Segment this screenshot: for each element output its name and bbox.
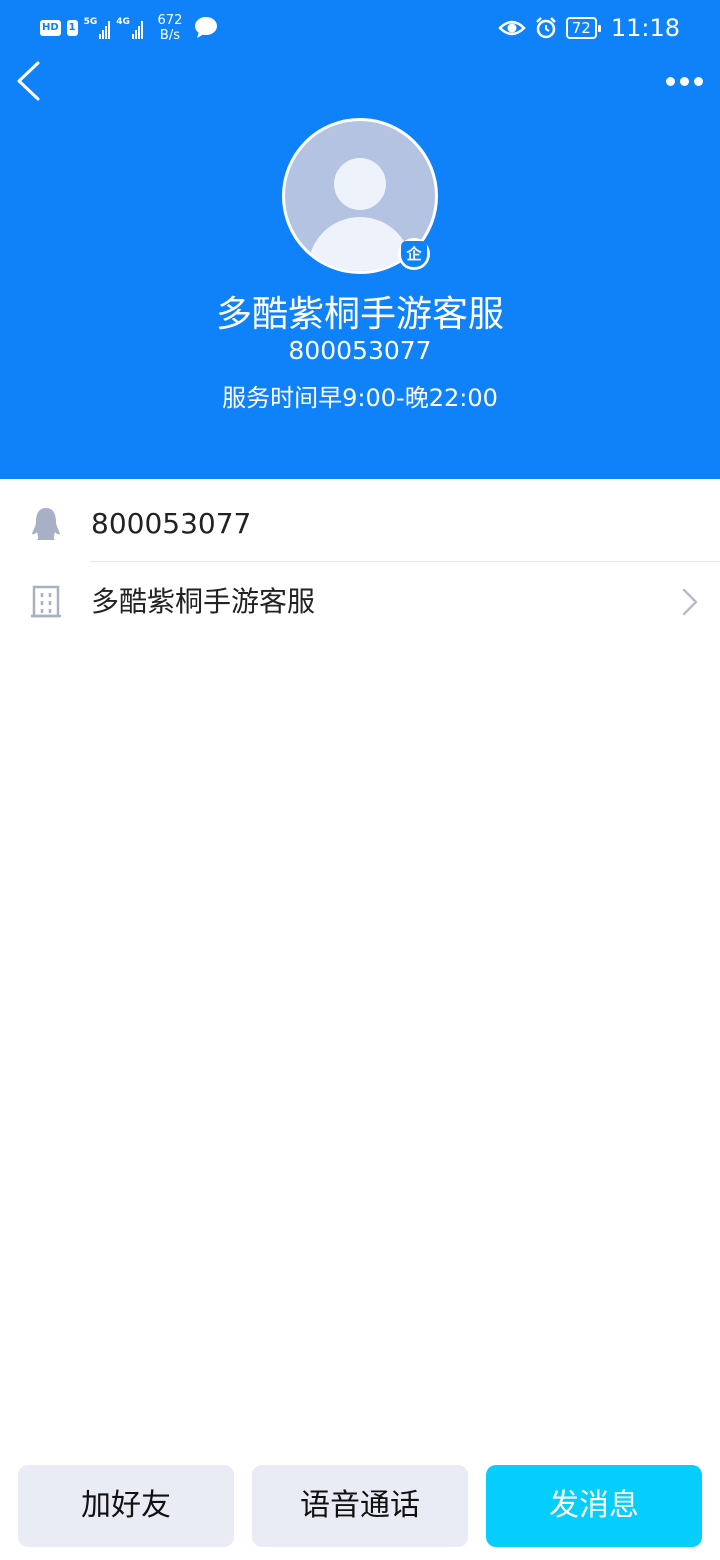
battery-indicator: 72 — [565, 17, 601, 39]
contact-profile-screen: HD 1 5G 4G 672 B/s 72 11:18 企 多酷紫桐手游客服 8… — [0, 0, 720, 1560]
chevron-right-icon — [682, 588, 698, 616]
status-right: 72 11:18 — [497, 12, 680, 44]
more-dot — [679, 76, 689, 86]
profile-name: 多酷紫桐手游客服 — [215, 294, 504, 335]
signal-4g-icon: 4G — [116, 17, 143, 39]
profile-number: 800053077 — [288, 336, 432, 365]
alarm-icon — [535, 17, 556, 39]
back-button[interactable] — [10, 56, 54, 106]
signal-5g-icon: 5G — [84, 17, 111, 39]
building-icon — [31, 585, 61, 618]
company-row[interactable]: 多酷紫桐手游客服 — [0, 562, 720, 642]
avatar-head — [334, 158, 386, 210]
enterprise-badge-icon: 企 — [398, 238, 430, 270]
add-friend-button[interactable]: 加好友 — [18, 1465, 234, 1547]
message-bubble-icon — [194, 17, 217, 38]
company-name: 多酷紫桐手游客服 — [91, 585, 316, 618]
action-bar: 加好友 语音通话 发消息 — [0, 1462, 720, 1552]
network-speed: 672 B/s — [153, 13, 187, 43]
enterprise-badge-label: 企 — [401, 241, 427, 267]
signal-4g-label: 4G — [116, 17, 130, 27]
chevron-left-icon — [17, 61, 40, 101]
profile-header: HD 1 5G 4G 672 B/s 72 11:18 企 多酷紫桐手游客服 8… — [0, 0, 720, 479]
service-hours: 服务时间早9:00-晚22:00 — [222, 384, 498, 412]
send-message-button[interactable]: 发消息 — [486, 1465, 702, 1547]
network-speed-unit: B/s — [159, 28, 180, 43]
hd-indicator: HD — [40, 20, 61, 36]
qq-number-row: 800053077 — [0, 484, 720, 564]
penguin-icon — [32, 508, 60, 540]
avatar-body — [308, 217, 412, 271]
status-bar: HD 1 5G 4G 672 B/s 72 11:18 — [0, 0, 720, 56]
sim-indicator: 1 — [66, 20, 78, 36]
more-dot — [665, 76, 675, 86]
status-time: 11:18 — [610, 14, 680, 42]
more-dot — [693, 76, 703, 86]
voice-call-button[interactable]: 语音通话 — [252, 1465, 468, 1547]
signal-5g-label: 5G — [83, 17, 98, 27]
status-left: HD 1 5G 4G 672 B/s — [40, 12, 219, 44]
qq-number: 800053077 — [91, 507, 252, 540]
eye-icon — [497, 20, 526, 36]
more-button[interactable] — [660, 62, 708, 100]
network-speed-value: 672 — [157, 13, 183, 28]
